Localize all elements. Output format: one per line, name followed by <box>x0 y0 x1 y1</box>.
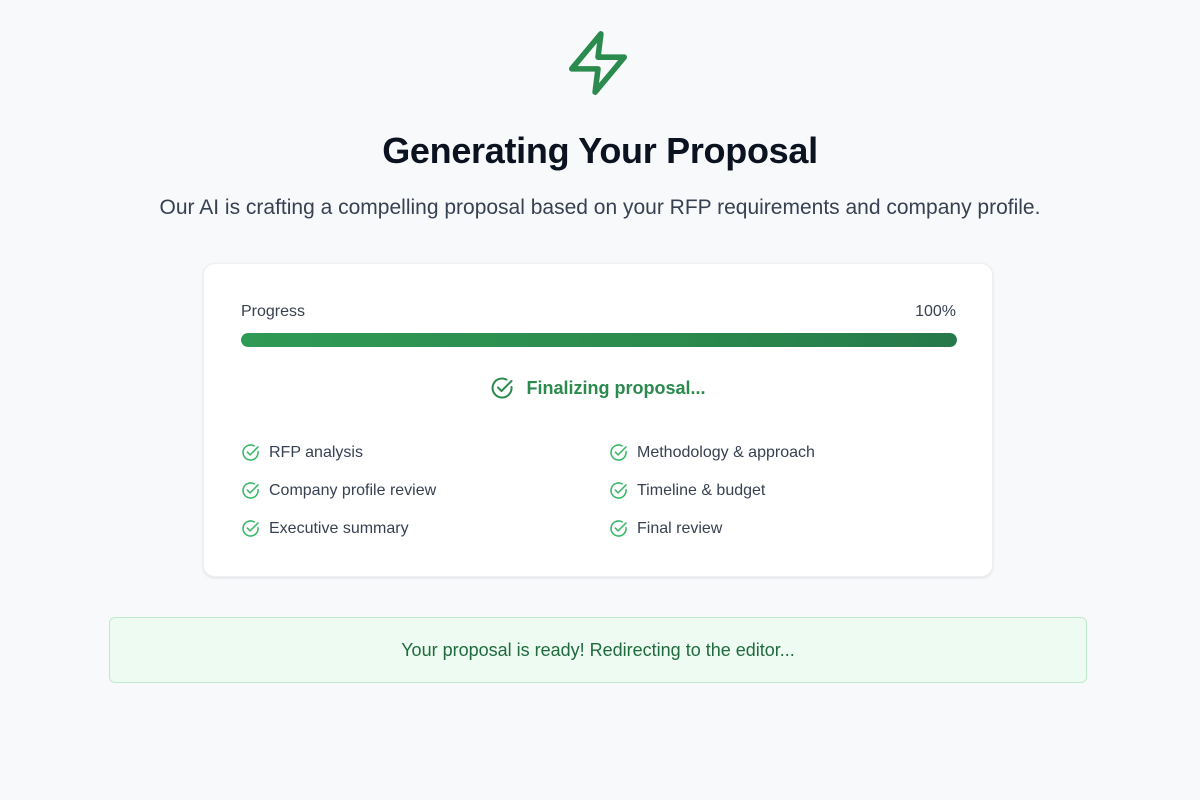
success-banner: Your proposal is ready! Redirecting to t… <box>109 617 1087 683</box>
status-text: Finalizing proposal... <box>526 378 706 398</box>
check-circle-icon <box>610 520 627 537</box>
check-circle-icon <box>242 520 259 537</box>
check-circle-icon <box>492 377 513 399</box>
list-item: Company profile review <box>241 480 609 501</box>
steps-list: RFP analysis Methodology & approach Comp… <box>241 442 957 539</box>
step-label: Timeline & budget <box>637 482 766 499</box>
check-circle-icon <box>242 444 259 461</box>
progress-card: Progress 100% Finalizing proposal... RFP… <box>203 263 993 577</box>
check-circle-icon <box>242 482 259 499</box>
progress-percent: 100% <box>915 303 956 320</box>
page-title: Generating Your Proposal <box>382 130 818 171</box>
page-subtitle: Our AI is crafting a compelling proposal… <box>159 196 1041 219</box>
progress-bar <box>241 333 957 347</box>
success-message: Your proposal is ready! Redirecting to t… <box>401 640 795 660</box>
list-item: Final review <box>609 518 957 539</box>
step-label: RFP analysis <box>269 444 363 461</box>
list-item: RFP analysis <box>241 442 609 463</box>
step-label: Company profile review <box>269 482 437 499</box>
status-line: Finalizing proposal... <box>204 376 992 400</box>
lightning-bolt-icon <box>568 31 628 95</box>
list-item: Timeline & budget <box>609 480 957 501</box>
list-item: Methodology & approach <box>609 442 957 463</box>
step-label: Executive summary <box>269 520 409 537</box>
list-item: Executive summary <box>241 518 609 539</box>
progress-label: Progress <box>241 303 306 320</box>
step-label: Methodology & approach <box>637 444 815 461</box>
step-label: Final review <box>637 520 723 537</box>
progress-bar-fill <box>241 333 957 347</box>
check-circle-icon <box>610 482 627 499</box>
check-circle-icon <box>610 444 627 461</box>
